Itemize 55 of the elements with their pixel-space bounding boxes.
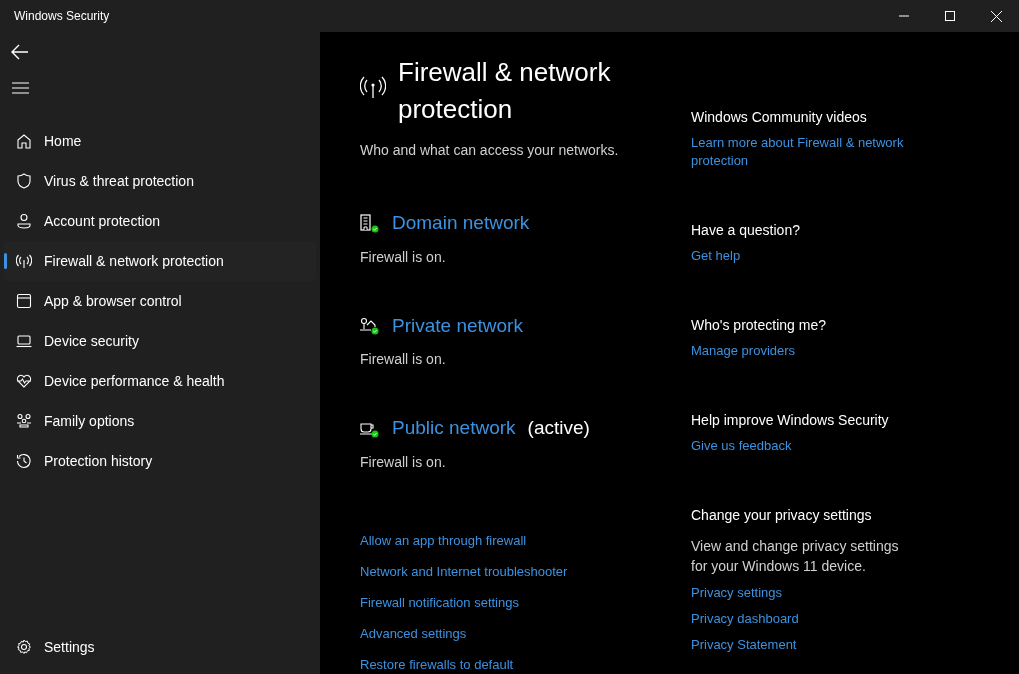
settings-item[interactable]: Settings (4, 627, 316, 667)
active-label: (active) (527, 416, 590, 440)
close-icon (990, 10, 1002, 22)
settings-icon (16, 639, 32, 655)
home-icon (16, 133, 32, 149)
nav-item[interactable]: Virus & threat protection (4, 161, 316, 201)
history-clock-icon (16, 453, 32, 469)
nav-item[interactable]: Account protection (4, 201, 316, 241)
section-heading: Windows Community videos (691, 108, 868, 127)
maximize-icon (945, 11, 955, 21)
help-link[interactable]: Privacy dashboard (691, 610, 799, 628)
settings-link[interactable]: Allow an app through firewall (360, 531, 527, 550)
section-heading: Have a question? (691, 221, 801, 240)
laptop-icon (16, 334, 32, 348)
browser-window-icon (16, 293, 32, 309)
settings-link[interactable]: Restore firewalls to default (360, 655, 514, 674)
back-arrow-icon (11, 44, 29, 60)
network-link[interactable]: Private network (392, 311, 523, 340)
help-link[interactable]: Learn more about Firewall & network protection (691, 134, 941, 170)
network-link[interactable]: Domain network (392, 209, 530, 238)
page-title: Firewall & network protection (398, 56, 612, 126)
help-link[interactable]: Privacy Statement (691, 636, 797, 654)
section-heading: Change your privacy settings (691, 506, 873, 525)
home-with-tree-icon (360, 316, 379, 336)
signal-tower-icon (16, 253, 32, 269)
settings-link[interactable]: Network and Internet troubleshooter (360, 562, 568, 581)
selection-indicator (4, 253, 7, 269)
person-icon (16, 213, 32, 229)
section-text: View and change privacy settings for your Windows 11 device. (691, 537, 900, 576)
shield-icon (16, 173, 32, 189)
window-title: Windows Security (14, 8, 110, 25)
menu-icon (11, 82, 29, 94)
network-link[interactable]: Public network (392, 414, 516, 443)
section-heading: Who's protecting me? (691, 316, 827, 335)
nav-item[interactable]: Family options (4, 401, 316, 441)
heart-pulse-icon (16, 373, 32, 389)
network-status: Firewall is on. (360, 452, 447, 472)
help-link[interactable]: Give us feedback (691, 437, 792, 455)
help-link[interactable]: Privacy settings (691, 584, 783, 602)
nav-item[interactable]: Home (4, 121, 316, 161)
network-status: Firewall is on. (360, 247, 447, 267)
section-heading: Help improve Windows Security (691, 411, 890, 430)
signal-tower-icon (360, 74, 386, 100)
help-link[interactable]: Manage providers (691, 342, 796, 360)
nav-item[interactable]: Device security (4, 321, 316, 361)
family-icon (16, 413, 32, 429)
nav-item[interactable]: Protection history (4, 441, 316, 481)
settings-link[interactable]: Advanced settings (360, 624, 467, 643)
page-subtitle: Who and what can access your networks. (360, 141, 620, 160)
nav-item[interactable]: Device performance & health (4, 361, 316, 401)
office-building-icon (360, 213, 379, 233)
nav-item[interactable]: App & browser control (4, 281, 316, 321)
help-link[interactable]: Get help (691, 247, 741, 265)
network-status: Firewall is on. (360, 350, 447, 369)
settings-link[interactable]: Firewall notification settings (360, 593, 519, 612)
